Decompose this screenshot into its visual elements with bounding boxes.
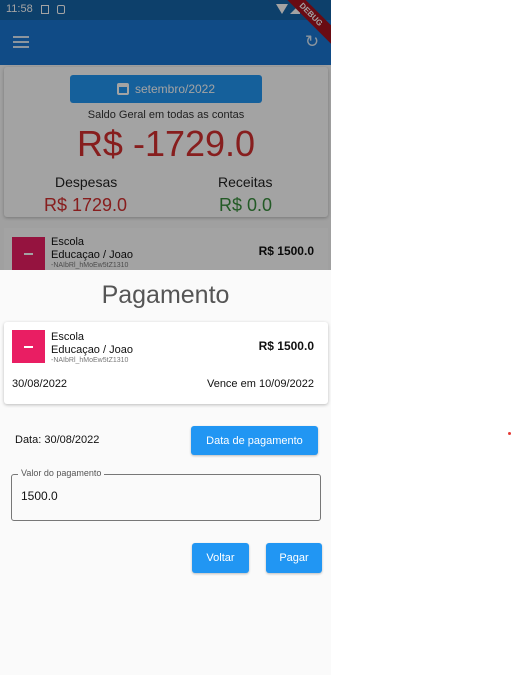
payment-card-subtitle: Educaçao / Joao [51, 344, 133, 356]
payment-card-amount: R$ 1500.0 [258, 339, 314, 353]
payment-date-button[interactable]: Data de pagamento [191, 426, 318, 455]
red-dot [508, 432, 511, 435]
pagar-button[interactable]: Pagar [266, 543, 322, 573]
payment-card-date: 30/08/2022 [12, 378, 68, 390]
payment-card: Escola Educaçao / Joao -NAIbRl_hMoEw5tZ1… [4, 322, 328, 404]
sheet-title: Pagamento [101, 281, 230, 309]
payment-value-field[interactable]: Valor do pagamento [11, 468, 321, 521]
category-minus-icon [12, 330, 45, 363]
payment-card-title: Escola [51, 331, 85, 343]
payment-card-id: -NAIbRl_hMoEw5tZ1310 [51, 357, 129, 364]
payment-date-label: Data: 30/08/2022 [15, 434, 100, 446]
payment-bottom-sheet: Pagamento Escola Educaçao / Joao -NAIbRl… [0, 270, 331, 675]
payment-card-due-date: Vence em 10/09/2022 [206, 378, 314, 390]
phone-screen: 11:58 ↻ DEBUG setembro/2022 Saldo Geral … [0, 0, 331, 675]
payment-value-label: Valor do pagamento [18, 468, 105, 478]
modal-scrim[interactable] [0, 0, 331, 270]
voltar-button[interactable]: Voltar [192, 543, 249, 573]
payment-value-input[interactable] [21, 489, 301, 503]
